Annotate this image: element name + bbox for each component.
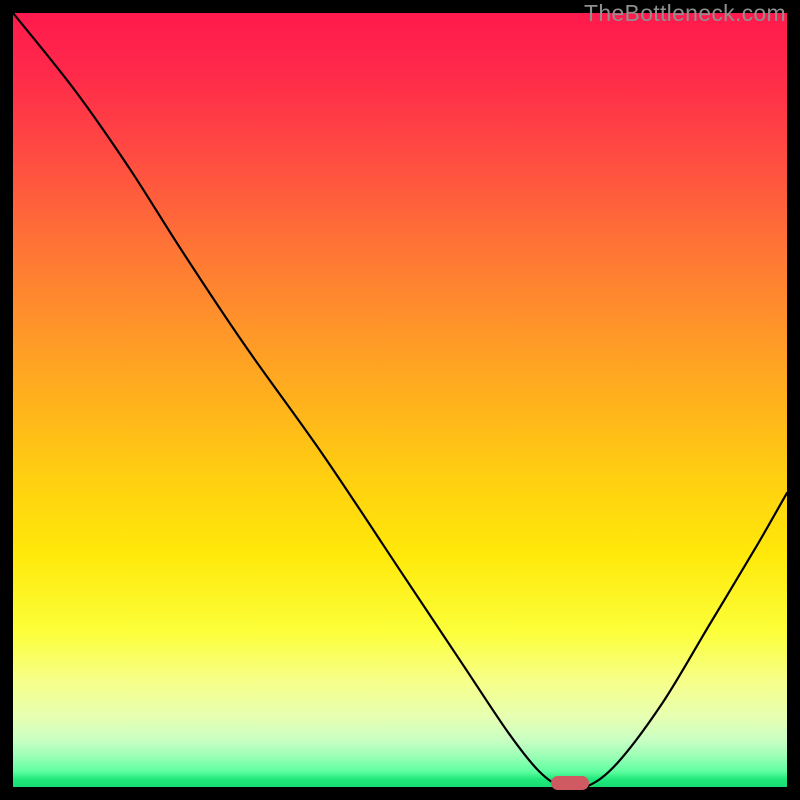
optimum-marker bbox=[551, 776, 589, 790]
chart-root: TheBottleneck.com bbox=[0, 0, 800, 800]
curve-layer bbox=[13, 13, 787, 787]
watermark-text: TheBottleneck.com bbox=[584, 0, 786, 27]
